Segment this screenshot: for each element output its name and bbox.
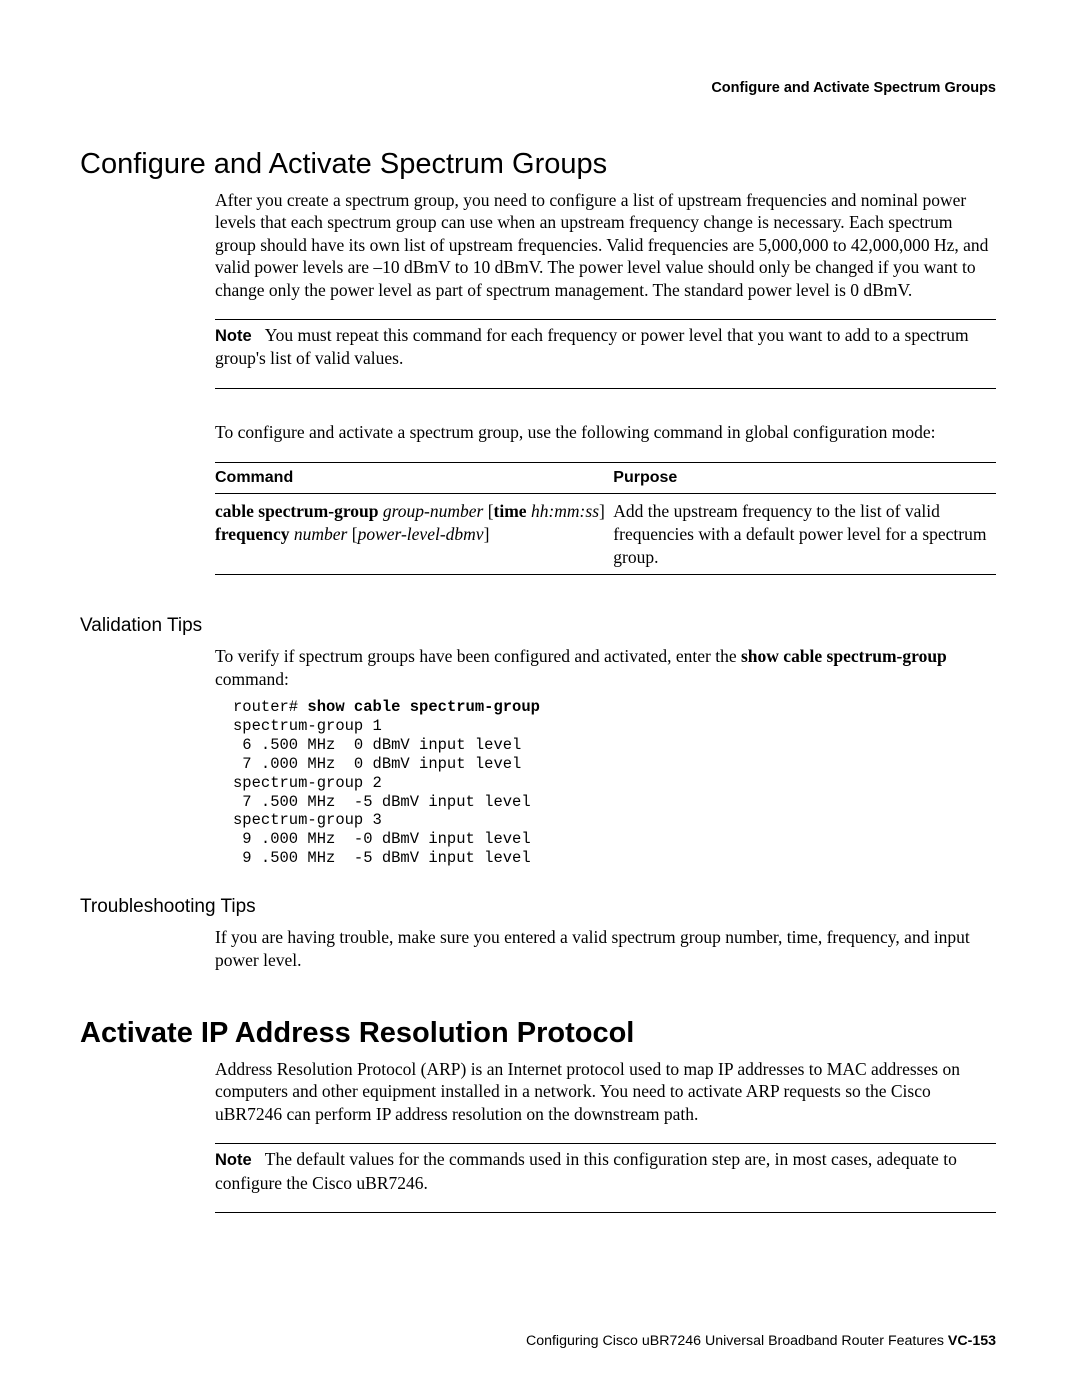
note-text: The default values for the commands used… bbox=[215, 1149, 957, 1192]
col-header-purpose: Purpose bbox=[613, 462, 996, 493]
footer-text: Configuring Cisco uBR7246 Universal Broa… bbox=[526, 1333, 948, 1349]
subheading-validation-tips: Validation Tips bbox=[80, 615, 1000, 637]
running-header: Configure and Activate Spectrum Groups bbox=[80, 80, 1000, 96]
rule bbox=[215, 1143, 996, 1144]
rule bbox=[215, 319, 996, 320]
command-table: Command Purpose cable spectrum-group gro… bbox=[215, 462, 996, 576]
paragraph: Address Resolution Protocol (ARP) is an … bbox=[215, 1058, 996, 1125]
rule bbox=[215, 388, 996, 389]
note-label: Note bbox=[215, 327, 252, 345]
paragraph: To configure and activate a spectrum gro… bbox=[215, 421, 996, 443]
note: Note The default values for the commands… bbox=[215, 1148, 996, 1194]
page-number: VC-153 bbox=[948, 1333, 996, 1349]
col-header-command: Command bbox=[215, 462, 613, 493]
page-footer: Configuring Cisco uBR7246 Universal Broa… bbox=[526, 1333, 996, 1349]
table-row: cable spectrum-group group-number [time … bbox=[215, 494, 996, 575]
cell-purpose: Add the upstream frequency to the list o… bbox=[613, 494, 996, 575]
code-block: router# show cable spectrum-group spectr… bbox=[233, 698, 996, 868]
cell-command: cable spectrum-group group-number [time … bbox=[215, 494, 613, 575]
subheading-troubleshooting-tips: Troubleshooting Tips bbox=[80, 896, 1000, 918]
note-label: Note bbox=[215, 1151, 252, 1169]
section-title-activate-arp: Activate IP Address Resolution Protocol bbox=[80, 1017, 1000, 1050]
paragraph: If you are having trouble, make sure you… bbox=[215, 926, 996, 971]
rule bbox=[215, 1212, 996, 1213]
paragraph: To verify if spectrum groups have been c… bbox=[215, 645, 996, 690]
table-header-row: Command Purpose bbox=[215, 462, 996, 493]
paragraph: After you create a spectrum group, you n… bbox=[215, 189, 996, 301]
note-text: You must repeat this command for each fr… bbox=[215, 325, 969, 368]
section-title-configure: Configure and Activate Spectrum Groups bbox=[80, 148, 1000, 181]
note: Note You must repeat this command for ea… bbox=[215, 324, 996, 370]
